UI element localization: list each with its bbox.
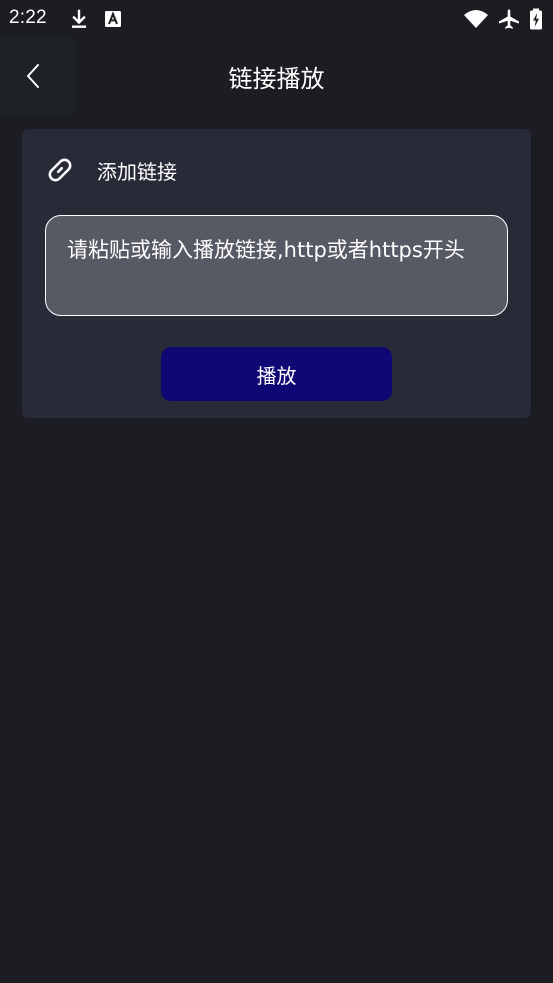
airplane-icon <box>499 9 519 29</box>
status-time: 2:22 <box>9 7 47 28</box>
top-bar: 链接播放 <box>0 38 553 114</box>
play-button[interactable]: 播放 <box>161 347 392 401</box>
card-header: 添加链接 <box>44 153 177 187</box>
link-icon <box>48 158 72 182</box>
battery-charging-icon <box>530 8 542 30</box>
link-input[interactable]: 请粘贴或输入播放链接,http或者https开头 <box>45 215 508 316</box>
screen: 2:22 链接播放 添加链接 请粘贴或输入播放链接,http或者https开头 … <box>0 0 553 983</box>
a-badge-icon <box>105 11 121 27</box>
add-link-card: 添加链接 请粘贴或输入播放链接,http或者https开头 播放 <box>22 129 531 418</box>
page-title: 链接播放 <box>228 65 325 93</box>
status-bar: 2:22 <box>0 0 553 38</box>
wifi-icon <box>464 10 488 28</box>
download-icon <box>72 9 86 28</box>
card-header-label: 添加链接 <box>97 159 177 184</box>
